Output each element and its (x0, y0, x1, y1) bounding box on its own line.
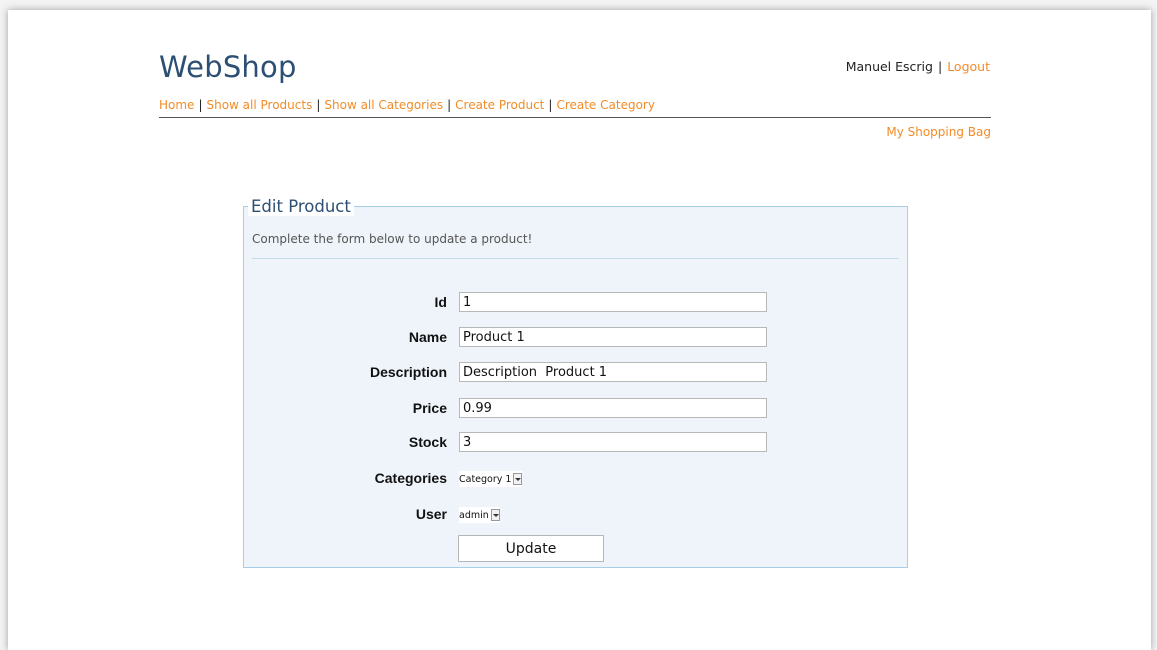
price-row: Price (244, 398, 907, 420)
name-field[interactable] (459, 327, 767, 347)
form-intro: Complete the form below to update a prod… (252, 232, 533, 246)
site-logo[interactable]: WebShop (159, 50, 297, 84)
description-field[interactable] (459, 362, 767, 382)
nav-show-all-products-link[interactable]: Show all Products (206, 98, 312, 112)
user-name: Manuel Escrig (845, 59, 933, 74)
edit-product-form: Complete the form below to update a prod… (243, 206, 908, 568)
separator: | (198, 98, 203, 112)
price-field[interactable] (459, 398, 767, 418)
separator: | (447, 98, 452, 112)
description-label: Description (369, 364, 447, 380)
user-label: User (415, 506, 447, 522)
stock-label: Stock (408, 434, 447, 450)
separator: | (316, 98, 321, 112)
categories-select[interactable]: Category 1 (459, 471, 523, 487)
user-selected-value: admin (459, 509, 489, 521)
description-row: Description (244, 362, 907, 384)
update-button[interactable]: Update (458, 535, 604, 562)
stock-row: Stock (244, 432, 907, 454)
user-row: User admin (244, 504, 907, 526)
nav-show-all-categories-link[interactable]: Show all Categories (324, 98, 443, 112)
form-divider (252, 258, 899, 259)
separator: | (937, 59, 943, 74)
nav-create-category-link[interactable]: Create Category (556, 98, 655, 112)
categories-row: Categories Category 1 (244, 468, 907, 490)
stock-field[interactable] (459, 432, 767, 452)
id-label: Id (434, 294, 447, 310)
chevron-down-icon[interactable] (490, 509, 500, 521)
nav-home-link[interactable]: Home (159, 98, 194, 112)
price-label: Price (412, 400, 447, 416)
name-label: Name (408, 329, 447, 345)
shopping-bag: My Shopping Bag (886, 125, 991, 139)
id-row: Id (244, 292, 907, 314)
categories-selected-value: Category 1 (459, 473, 512, 485)
page: WebShop Manuel Escrig | Logout Home | Show a… (8, 10, 1151, 650)
form-legend: Edit Product (248, 197, 354, 216)
logout-link[interactable]: Logout (947, 59, 990, 74)
shopping-bag-link[interactable]: My Shopping Bag (886, 125, 991, 139)
separator: | (548, 98, 553, 112)
user-box: Manuel Escrig | Logout (846, 59, 990, 74)
header-divider (159, 117, 991, 118)
nav-create-product-link[interactable]: Create Product (455, 98, 544, 112)
chevron-down-icon[interactable] (513, 473, 523, 485)
name-row: Name (244, 327, 907, 349)
categories-label: Categories (374, 470, 447, 486)
user-select[interactable]: admin (459, 507, 500, 523)
main-nav: Home | Show all Products | Show all Categori… (159, 98, 655, 112)
id-field[interactable] (459, 292, 767, 312)
